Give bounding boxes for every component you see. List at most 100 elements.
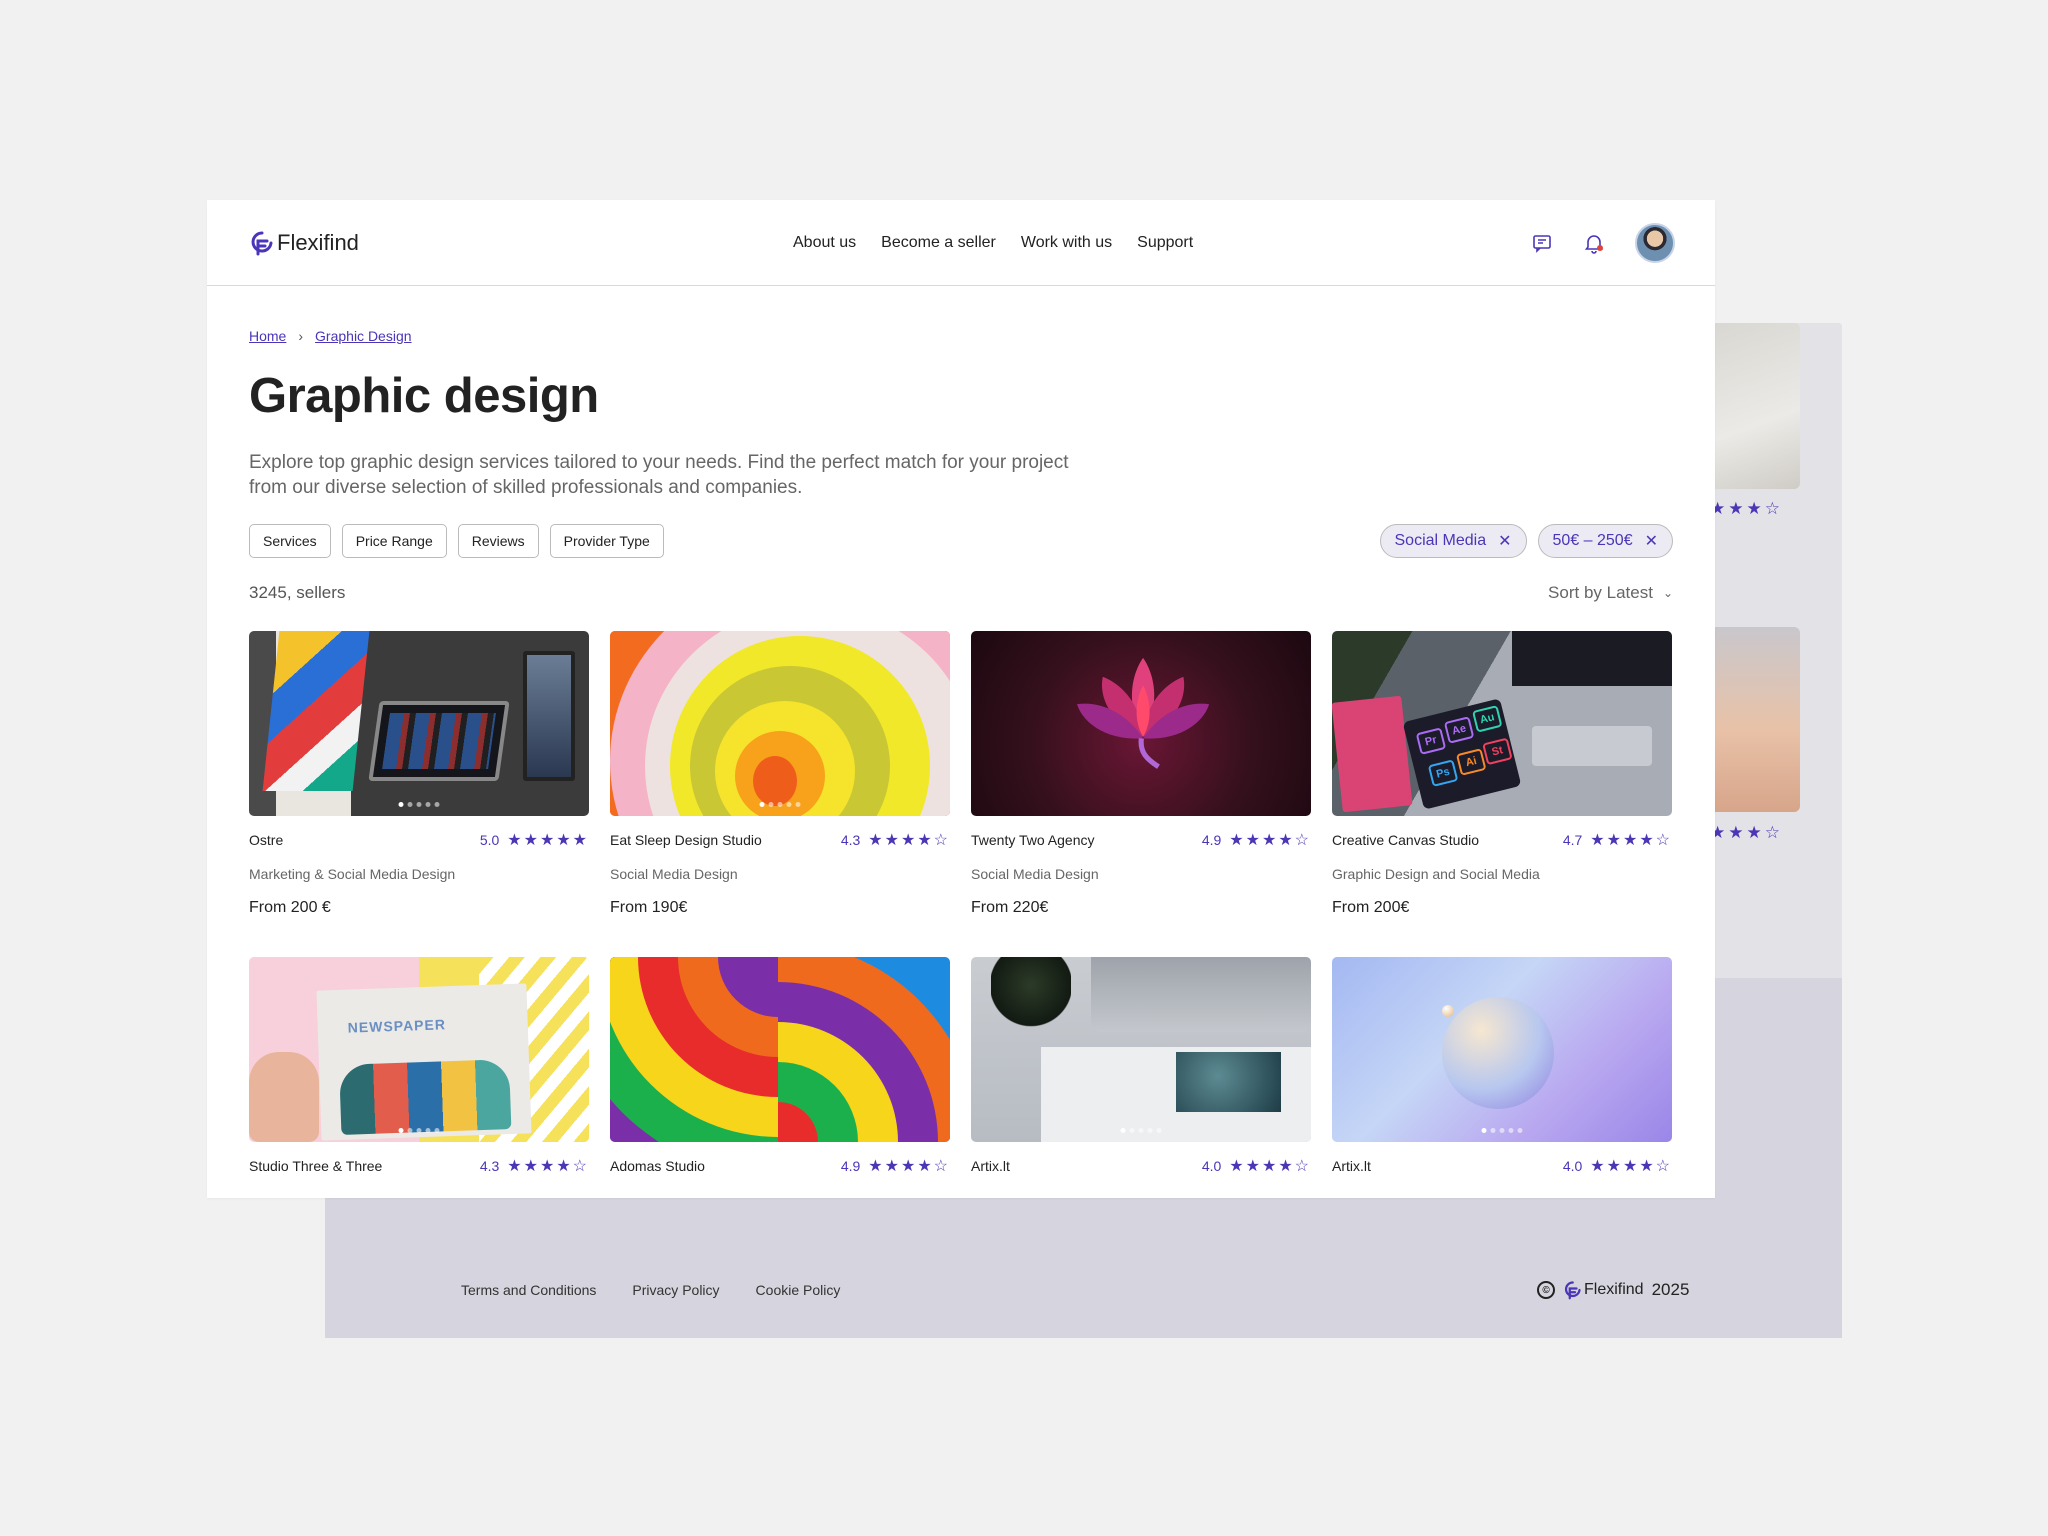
page-title: Graphic design	[249, 369, 599, 423]
rainbow-arcs-image	[610, 957, 950, 1142]
seller-name: Twenty Two Agency	[971, 832, 1095, 848]
carousel-dots[interactable]	[398, 1128, 440, 1133]
filter-reviews-button[interactable]: Reviews	[457, 524, 539, 558]
nav-support[interactable]: Support	[1137, 234, 1193, 252]
footer-link-cookie[interactable]: Cookie Policy	[756, 1282, 841, 1298]
sort-label: Sort by Latest	[1548, 583, 1653, 602]
sort-dropdown[interactable]: Sort by Latest ⌄	[1548, 583, 1673, 603]
flexifind-logo-icon	[251, 231, 273, 255]
rating-value: 4.9	[840, 1158, 861, 1174]
abstract-rings-image	[610, 631, 950, 816]
results-bar: 3245, sellers Sort by Latest ⌄	[249, 583, 1673, 603]
after-effects-icon: Ae	[1443, 716, 1475, 744]
seller-card[interactable]: Artix.lt 4.0 ★★★★☆	[1332, 957, 1672, 1176]
rating-value: 4.3	[479, 1158, 500, 1174]
rating-value: 4.7	[1562, 832, 1583, 848]
star-icons: ★★★★☆	[868, 832, 950, 849]
seller-card[interactable]: Twenty Two Agency 4.9 ★★★★☆ Social Media …	[971, 631, 1311, 917]
star-icons: ★★★★★	[507, 832, 589, 849]
rating-value: 4.3	[840, 832, 861, 848]
carousel-dots[interactable]	[1120, 1128, 1162, 1133]
brand-logo[interactable]: Flexifind	[249, 230, 359, 256]
header-actions	[1531, 222, 1675, 263]
close-icon[interactable]: ✕	[1498, 531, 1511, 551]
seller-thumbnail: Pr Ae Au Ps Ai St	[1332, 631, 1672, 816]
filter-services-button[interactable]: Services	[249, 524, 331, 558]
nav-become-seller[interactable]: Become a seller	[881, 234, 996, 252]
carousel-dots[interactable]	[1481, 1128, 1523, 1133]
filter-provider-type-button[interactable]: Provider Type	[549, 524, 664, 558]
star-icons: ★★★★☆	[1229, 1158, 1311, 1175]
background-rating-stars: ★★★☆	[1710, 499, 1783, 518]
bell-icon[interactable]	[1583, 232, 1605, 254]
audition-icon: Au	[1471, 705, 1503, 733]
nav-about-us[interactable]: About us	[793, 234, 856, 252]
keyboard-image	[1532, 726, 1652, 766]
tag-label: Social Media	[1394, 532, 1487, 549]
active-tag-price: 50€ – 250€ ✕	[1537, 524, 1673, 558]
plant-image	[991, 957, 1071, 1027]
seller-price: From 200€	[1332, 899, 1410, 916]
footer-logo: Flexifind	[1563, 1280, 1644, 1300]
seller-card[interactable]: Artix.lt 4.0 ★★★★☆	[971, 957, 1311, 1176]
app-icons-box: Pr Ae Au Ps Ai St	[1402, 698, 1522, 810]
seller-category: Social Media Design	[971, 866, 1099, 882]
active-tag-social-media: Social Media ✕	[1379, 524, 1527, 558]
main-window: Flexifind About us Become a seller Work …	[207, 200, 1715, 1198]
seller-name: Artix.lt	[1332, 1158, 1371, 1174]
seller-rating: 4.0 ★★★★☆	[1202, 1156, 1311, 1176]
seller-card[interactable]: Pr Ae Au Ps Ai St Creative Canvas Studio…	[1332, 631, 1672, 917]
carousel-dots[interactable]	[398, 802, 440, 807]
seller-name: Artix.lt	[971, 1158, 1010, 1174]
footer-links: Terms and Conditions Privacy Policy Cook…	[461, 1282, 840, 1298]
newspaper-image: NEWSPAPER	[316, 983, 532, 1141]
seller-rating: 5.0 ★★★★★	[480, 830, 589, 850]
hand-image	[249, 1052, 319, 1142]
newspaper-shapes	[339, 1059, 512, 1135]
seller-thumbnail	[610, 957, 950, 1142]
seller-category: Marketing & Social Media Design	[249, 866, 456, 882]
glass-flower-image	[1077, 657, 1210, 769]
footer-link-privacy[interactable]: Privacy Policy	[632, 1282, 719, 1298]
seller-card[interactable]: Adomas Studio 4.9 ★★★★☆	[610, 957, 950, 1176]
star-icons: ★★★★☆	[1229, 832, 1311, 849]
rating-value: 5.0	[479, 832, 500, 848]
photoshop-icon: Ps	[1427, 759, 1459, 787]
message-icon[interactable]	[1531, 232, 1553, 254]
breadcrumb: Home › Graphic Design	[249, 328, 1673, 344]
background-rating-stars: ★★★☆	[1710, 823, 1783, 842]
seller-thumbnail	[610, 631, 950, 816]
laptop-image	[368, 701, 510, 781]
stock-icon: St	[1482, 737, 1513, 766]
seller-price: From 200 €	[249, 899, 331, 916]
user-avatar[interactable]	[1635, 222, 1675, 263]
footer-copyright: © Flexifind 2025	[1537, 1280, 1689, 1300]
seller-name: Adomas Studio	[610, 1158, 705, 1174]
seller-card[interactable]: NEWSPAPER Studio Three & Three 4.3 ★★★★☆	[249, 957, 589, 1176]
filter-buttons: Services Price Range Reviews Provider Ty…	[249, 524, 664, 558]
monitor-image	[1512, 631, 1672, 686]
seller-price: From 220€	[971, 899, 1049, 916]
breadcrumb-graphic-design[interactable]: Graphic Design	[315, 328, 412, 344]
filter-price-range-button[interactable]: Price Range	[341, 524, 447, 558]
filter-bar: Services Price Range Reviews Provider Ty…	[249, 524, 1673, 558]
tag-label: 50€ – 250€	[1552, 532, 1633, 549]
gradient-sphere-image	[1442, 997, 1554, 1109]
rating-value: 4.0	[1562, 1158, 1583, 1174]
background-thumbnail	[1710, 627, 1800, 812]
chevron-down-icon: ⌄	[1662, 586, 1673, 600]
nav-work-with-us[interactable]: Work with us	[1021, 234, 1112, 252]
carousel-dots[interactable]	[759, 802, 801, 807]
close-icon[interactable]: ✕	[1645, 531, 1658, 551]
star-icons: ★★★★☆	[868, 1158, 950, 1175]
footer-link-terms[interactable]: Terms and Conditions	[461, 1282, 596, 1298]
abstract-painting	[262, 631, 370, 791]
premiere-icon: Pr	[1415, 727, 1447, 755]
breadcrumb-home[interactable]: Home	[249, 328, 286, 344]
seller-card[interactable]: Eat Sleep Design Studio 4.3 ★★★★☆ Social …	[610, 631, 950, 917]
main-content: Home › Graphic Design Graphic design Exp…	[207, 328, 1715, 1176]
seller-card[interactable]: Ostre 5.0 ★★★★★ Marketing & Social Media …	[249, 631, 589, 917]
seller-rating: 4.0 ★★★★☆	[1563, 1156, 1672, 1176]
chevron-right-icon: ›	[298, 328, 304, 344]
seller-rating: 4.9 ★★★★☆	[841, 1156, 950, 1176]
